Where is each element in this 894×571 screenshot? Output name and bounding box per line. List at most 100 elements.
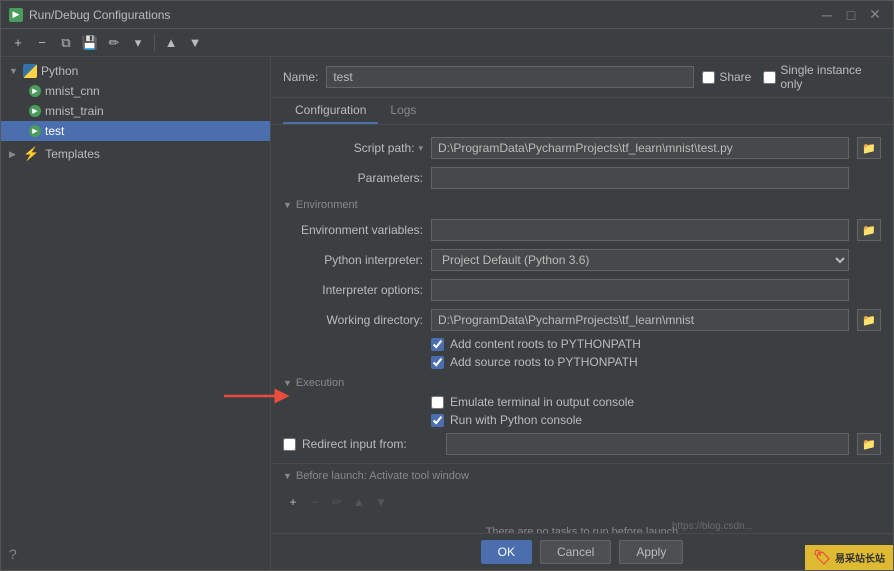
copy-button[interactable]: ⧉ [55, 32, 77, 54]
dropdown-button[interactable]: ▾ [127, 32, 149, 54]
apply-button[interactable]: Apply [619, 540, 683, 564]
share-checkbox-label[interactable]: Share [702, 70, 751, 84]
env-variables-input[interactable] [431, 219, 849, 241]
share-check-area: Share Single instance only [702, 63, 881, 91]
cancel-button[interactable]: Cancel [540, 540, 611, 564]
templates-icon: ⚡ [23, 146, 39, 162]
footer-buttons: OK Cancel Apply [271, 533, 893, 570]
env-section-arrow: ▼ [283, 200, 292, 210]
sidebar-item-label: mnist_cnn [45, 84, 100, 98]
single-instance-checkbox[interactable] [763, 71, 776, 84]
tabs-bar: Configuration Logs [271, 98, 893, 125]
run-python-console-label: Run with Python console [450, 413, 582, 427]
name-input[interactable] [326, 66, 694, 88]
sidebar-item-label: test [45, 124, 64, 138]
add-source-roots-checkbox[interactable] [431, 356, 444, 369]
emulate-terminal-row: Emulate terminal in output console [271, 393, 893, 411]
exec-section-label: Execution [296, 377, 344, 389]
edit-button[interactable]: ✏ [103, 32, 125, 54]
share-label-text: Share [719, 70, 751, 84]
script-path-dropdown[interactable]: ▾ [418, 143, 423, 154]
env-variables-row: Environment variables: 📁 [271, 215, 893, 245]
emulate-terminal-checkbox[interactable] [431, 396, 444, 409]
tab-configuration[interactable]: Configuration [283, 98, 378, 124]
working-directory-input[interactable] [431, 309, 849, 331]
sidebar-item-mnist-train[interactable]: ▶ mnist_train [1, 101, 270, 121]
window-icon: ▶ [9, 8, 23, 22]
name-bar: Name: Share Single instance only [271, 57, 893, 98]
script-path-label-group: Script path: ▾ [283, 141, 423, 155]
ok-button[interactable]: OK [481, 540, 532, 564]
right-panel: Name: Share Single instance only Confi [271, 57, 893, 570]
parameters-label: Parameters: [283, 171, 423, 185]
run-icon-mnist-cnn: ▶ [29, 85, 41, 97]
redirect-input-browse[interactable]: 📁 [857, 433, 881, 455]
script-path-browse[interactable]: 📁 [857, 137, 881, 159]
add-content-roots-label: Add content roots to PYTHONPATH [450, 337, 641, 351]
interpreter-options-label: Interpreter options: [283, 283, 423, 297]
title-bar: ▶ Run/Debug Configurations ─ □ ✕ [1, 1, 893, 29]
working-directory-row: Working directory: 📁 [271, 305, 893, 335]
redirect-input-row: Redirect input from: 📁 [271, 429, 893, 459]
before-launch-section: ▼ Before launch: Activate tool window + … [271, 463, 893, 533]
redirect-input-label: Redirect input from: [302, 437, 407, 451]
single-instance-checkbox-label[interactable]: Single instance only [763, 63, 881, 91]
interpreter-options-input[interactable] [431, 279, 849, 301]
remove-button[interactable]: − [31, 32, 53, 54]
share-checkbox[interactable] [702, 71, 715, 84]
add-source-roots-label: Add source roots to PYTHONPATH [450, 355, 638, 369]
parameters-input[interactable] [431, 167, 849, 189]
run-python-console-checkbox[interactable] [431, 414, 444, 427]
add-source-roots-row: Add source roots to PYTHONPATH [271, 353, 893, 371]
sidebar-item-test[interactable]: ▶ test [1, 121, 270, 141]
bl-add-button[interactable]: + [283, 492, 303, 512]
env-section-label: Environment [296, 199, 358, 211]
run-debug-window: ▶ Run/Debug Configurations ─ □ ✕ + − ⧉ 💾… [0, 0, 894, 571]
execution-section-header: ▼ Execution [271, 371, 893, 393]
bl-edit-button: ✏ [327, 492, 347, 512]
environment-section-header: ▼ Environment [271, 193, 893, 215]
window-title: Run/Debug Configurations [29, 8, 811, 22]
python-interpreter-select[interactable]: Project Default (Python 3.6) [431, 249, 849, 271]
sidebar-item-label: mnist_train [45, 104, 104, 118]
sidebar: ▼ Python ▶ mnist_cnn ▶ mnist_train ▶ tes… [1, 57, 271, 570]
move-down-button[interactable]: ▼ [184, 32, 206, 54]
templates-item[interactable]: ▶ ⚡ Templates [1, 143, 270, 165]
working-directory-browse[interactable]: 📁 [857, 309, 881, 331]
redirect-input-checkbox[interactable] [283, 438, 296, 451]
python-group-label: Python [41, 64, 78, 78]
maximize-button[interactable]: □ [841, 5, 861, 25]
save-button[interactable]: 💾 [79, 32, 101, 54]
corner-badge: 🏷 易采站长站 [805, 545, 893, 570]
emulate-terminal-label: Emulate terminal in output console [450, 395, 634, 409]
python-interpreter-row: Python interpreter: Project Default (Pyt… [271, 245, 893, 275]
exec-section-arrow: ▼ [283, 378, 292, 388]
python-group-header[interactable]: ▼ Python [1, 61, 270, 81]
run-icon-test: ▶ [29, 125, 41, 137]
minimize-button[interactable]: ─ [817, 5, 837, 25]
before-launch-toolbar: + − ✏ ▲ ▼ [283, 490, 881, 514]
templates-label: Templates [45, 147, 100, 161]
config-panel: Script path: ▾ 📁 Parameters: 📁 ▼ Environ… [271, 125, 893, 533]
before-launch-arrow: ▼ [283, 471, 292, 481]
env-variables-browse[interactable]: 📁 [857, 219, 881, 241]
redirect-label-area: Redirect input from: [283, 437, 438, 451]
script-path-input[interactable] [431, 137, 849, 159]
interpreter-options-row: Interpreter options: ... [271, 275, 893, 305]
before-launch-empty-text: There are no tasks to run before launch [283, 514, 881, 533]
bl-remove-button: − [305, 492, 325, 512]
env-variables-label: Environment variables: [283, 223, 423, 237]
before-launch-content: + − ✏ ▲ ▼ There are no tasks to run befo… [271, 486, 893, 533]
sidebar-item-mnist-cnn[interactable]: ▶ mnist_cnn [1, 81, 270, 101]
add-content-roots-checkbox[interactable] [431, 338, 444, 351]
bl-down-button: ▼ [371, 492, 391, 512]
move-up-button[interactable]: ▲ [160, 32, 182, 54]
script-path-label: Script path: [354, 141, 415, 155]
close-button[interactable]: ✕ [865, 5, 885, 25]
add-button[interactable]: + [7, 32, 29, 54]
help-icon[interactable]: ? [9, 546, 17, 562]
tab-logs[interactable]: Logs [378, 98, 428, 124]
script-path-row: Script path: ▾ 📁 [271, 133, 893, 163]
redirect-input-input[interactable] [446, 433, 849, 455]
tree-expand-arrow: ▼ [9, 66, 19, 76]
